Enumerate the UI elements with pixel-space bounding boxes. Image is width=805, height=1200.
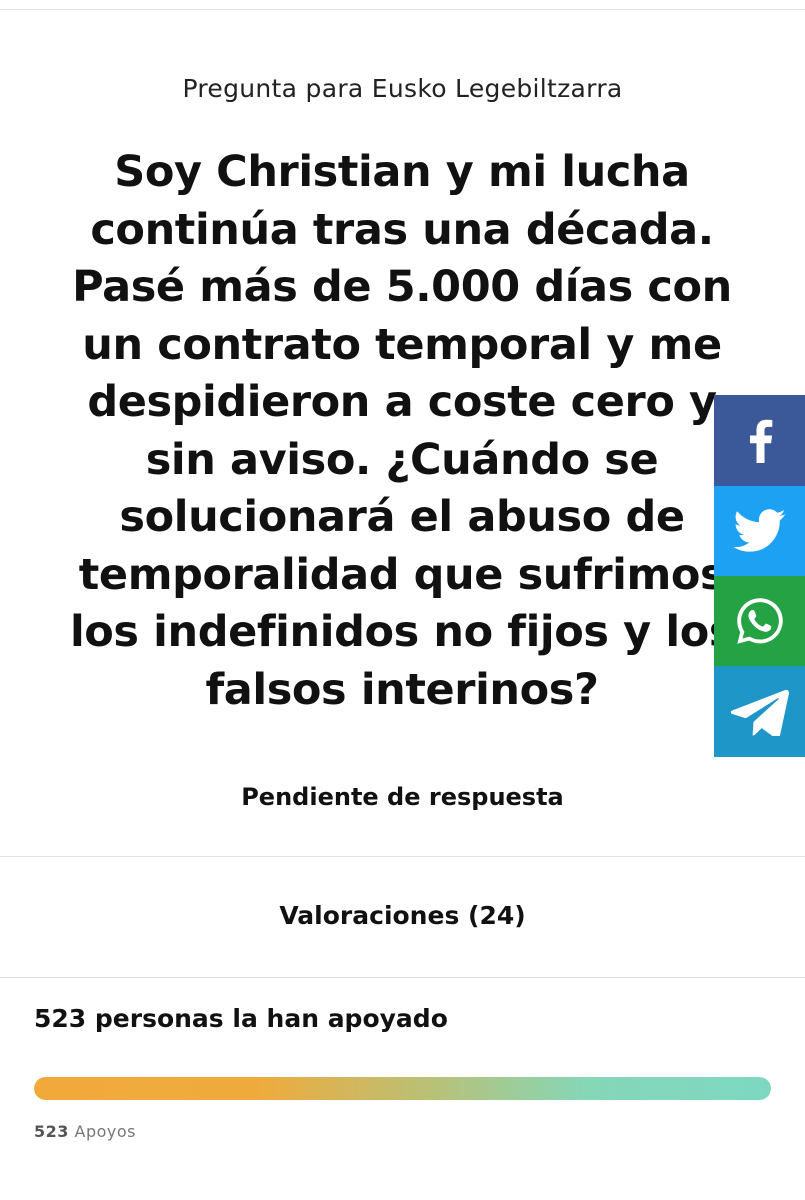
support-counter-value: 523 [34,1122,69,1141]
support-progress-fill [34,1077,771,1100]
share-whatsapp-button[interactable] [714,576,805,666]
support-counter: 523 Apoyos [34,1122,136,1141]
share-facebook-button[interactable] [714,395,805,486]
whatsapp-icon [736,598,783,644]
ratings-link[interactable]: Valoraciones (24) [0,901,805,930]
question-target-label: Pregunta para Eusko Legebiltzarra [182,74,623,103]
support-progress-bar [34,1077,771,1100]
question-title: Soy Christian y mi lucha continúa tras u… [69,147,735,715]
facebook-icon [749,419,772,463]
answer-status: Pendiente de respuesta [241,783,564,811]
share-sidebar [714,395,805,757]
share-twitter-button[interactable] [714,486,805,576]
support-counter-unit: Apoyos [74,1122,136,1141]
twitter-icon [732,509,786,552]
section-divider [0,977,805,978]
support-summary: 523 personas la han apoyado [34,1004,448,1033]
top-divider [0,9,805,10]
section-divider [0,856,805,857]
petition-page: Pregunta para Eusko Legebiltzarra Soy Ch… [0,0,805,1200]
telegram-icon [730,689,789,736]
share-telegram-button[interactable] [714,666,805,757]
